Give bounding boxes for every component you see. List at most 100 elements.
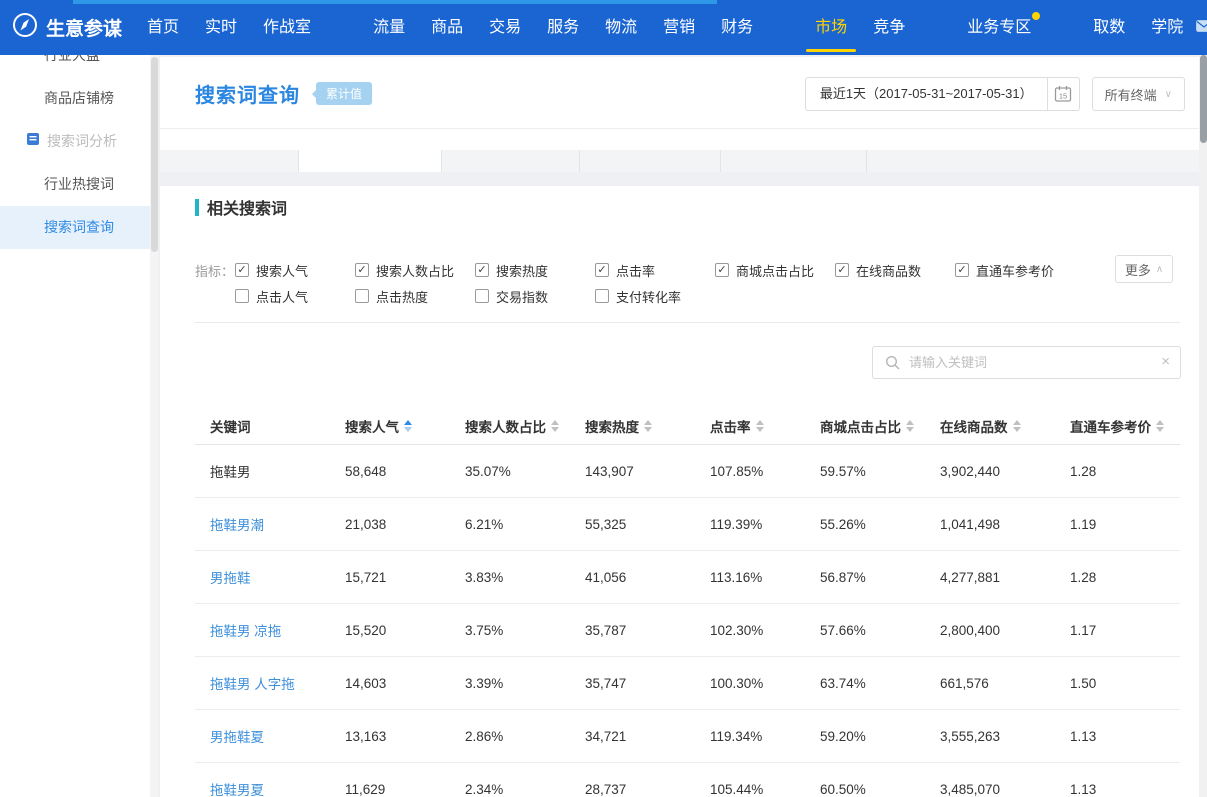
checkbox-checked-icon[interactable]: ✓ xyxy=(835,263,849,277)
checkbox-click-rate[interactable]: ✓ 点击率 xyxy=(595,261,715,280)
table-row: 拖鞋男 凉拖 15,520 3.75% 35,787 102.30% 57.66… xyxy=(195,604,1180,657)
terminal-select[interactable]: 所有终端 ∨ xyxy=(1092,77,1185,111)
column-header-search-popularity[interactable]: 搜索人气 xyxy=(345,416,465,436)
section-accent-bar xyxy=(195,199,199,216)
column-header-click-rate[interactable]: 点击率 xyxy=(710,416,820,436)
sort-icon[interactable] xyxy=(551,420,559,432)
checkbox-online-products[interactable]: ✓ 在线商品数 xyxy=(835,261,955,280)
table-row: 男拖鞋 15,721 3.83% 41,056 113.16% 56.87% 4… xyxy=(195,551,1180,604)
keyword-link[interactable]: 拖鞋男 人字拖 xyxy=(195,673,345,693)
page-title: 搜索词查询 xyxy=(195,79,300,108)
nav-item-marketing[interactable]: 营销 xyxy=(650,0,708,55)
sidebar-item-hot-search-words[interactable]: 行业热搜词 xyxy=(0,163,150,206)
tab-4[interactable] xyxy=(580,150,721,172)
nav-item-finance[interactable]: 财务 xyxy=(708,0,766,55)
checkbox-trade-index[interactable]: 交易指数 xyxy=(475,287,595,306)
keyword-search-input[interactable] xyxy=(873,347,1180,378)
table-row: 拖鞋男潮 21,038 6.21% 55,325 119.39% 55.26% … xyxy=(195,498,1180,551)
nav-item-product[interactable]: 商品 xyxy=(418,0,476,55)
sidebar-scrollbar-thumb[interactable] xyxy=(151,57,158,252)
notification-dot xyxy=(1032,12,1040,20)
checkbox-searcher-ratio[interactable]: ✓ 搜索人数占比 xyxy=(355,261,475,280)
keyword-link[interactable]: 拖鞋男 凉拖 xyxy=(195,620,345,640)
checkbox-search-heat[interactable]: ✓ 搜索热度 xyxy=(475,261,595,280)
sidebar-item-search-word-query[interactable]: 搜索词查询 xyxy=(0,206,150,249)
metric-filters: 指标： ✓ 搜索人气 ✓ 搜索人数占比 ✓ 搜索热度 ✓ 点击率 xyxy=(195,262,1075,304)
date-range-picker[interactable]: 最近1天（2017-05-31~2017-05-31） 15 xyxy=(805,77,1080,111)
sort-icon[interactable] xyxy=(644,420,652,432)
tab-2-selected[interactable] xyxy=(299,150,442,172)
svg-text:15: 15 xyxy=(1059,92,1067,101)
terminal-label: 所有终端 xyxy=(1105,85,1157,104)
chevron-up-icon: ∧ xyxy=(1156,264,1163,275)
checkbox-unchecked-icon[interactable] xyxy=(595,289,609,303)
checkbox-unchecked-icon[interactable] xyxy=(475,289,489,303)
date-range-label: 最近1天（2017-05-31~2017-05-31） xyxy=(806,78,1047,110)
page-scrollbar[interactable] xyxy=(1199,55,1207,797)
checkbox-unchecked-icon[interactable] xyxy=(235,289,249,303)
sidebar-item-shop-ranking[interactable]: 商品店铺榜 xyxy=(0,77,150,120)
nav-item-home[interactable]: 首页 xyxy=(134,0,192,55)
checkbox-checked-icon[interactable]: ✓ xyxy=(475,263,489,277)
column-header-mall-click-ratio[interactable]: 商城点击占比 xyxy=(820,416,940,436)
keyword-link[interactable]: 拖鞋男潮 xyxy=(195,514,345,534)
checkbox-checked-icon[interactable]: ✓ xyxy=(955,263,969,277)
column-header-ztc-price[interactable]: 直通车参考价 xyxy=(1070,416,1180,436)
nav-item-trade[interactable]: 交易 xyxy=(476,0,534,55)
checkbox-mall-click-ratio[interactable]: ✓ 商城点击占比 xyxy=(715,261,835,280)
sort-icon[interactable] xyxy=(906,420,914,432)
messages-button[interactable]: 消息 xyxy=(1196,7,1207,49)
calendar-icon[interactable]: 15 xyxy=(1047,78,1079,110)
sort-icon[interactable] xyxy=(1013,420,1021,432)
checkbox-checked-icon[interactable]: ✓ xyxy=(715,263,729,277)
document-icon xyxy=(26,120,40,163)
sort-icon[interactable] xyxy=(756,420,764,432)
sort-icon[interactable] xyxy=(1156,420,1164,432)
nav-item-competition[interactable]: 竞争 xyxy=(860,0,918,55)
app-window: 生意参谋 首页 实时 作战室 流量 商品 交易 服务 物流 营销 财务 市场 竞… xyxy=(0,0,1207,797)
nav-item-market-active[interactable]: 市场 xyxy=(802,0,860,55)
checkbox-click-heat[interactable]: 点击热度 xyxy=(355,287,475,306)
checkbox-checked-icon[interactable]: ✓ xyxy=(355,263,369,277)
table-row: 拖鞋男 58,648 35.07% 143,907 107.85% 59.57%… xyxy=(195,445,1180,498)
brand[interactable]: 生意参谋 xyxy=(12,12,122,44)
checkbox-ztc-reference-price[interactable]: ✓ 直通车参考价 xyxy=(955,261,1075,280)
top-nav: 生意参谋 首页 实时 作战室 流量 商品 交易 服务 物流 营销 财务 市场 竞… xyxy=(0,0,1207,55)
nav-item-logistics[interactable]: 物流 xyxy=(592,0,650,55)
checkbox-unchecked-icon[interactable] xyxy=(355,289,369,303)
tab-filler xyxy=(867,150,1199,172)
nav-item-data-extract[interactable]: 取数 xyxy=(1080,0,1138,55)
column-header-searcher-ratio[interactable]: 搜索人数占比 xyxy=(465,416,585,436)
tab-3[interactable] xyxy=(442,150,580,172)
sidebar: 行业大盘 商品店铺榜 搜索词分析 行业热搜词 搜索词查询 xyxy=(0,0,150,797)
sort-icon[interactable] xyxy=(404,420,412,432)
keyword-search-box: × xyxy=(872,346,1181,379)
more-button[interactable]: 更多 ∧ xyxy=(1115,255,1173,283)
chevron-down-icon: ∨ xyxy=(1165,89,1172,100)
checkbox-payment-conversion[interactable]: 支付转化率 xyxy=(595,287,715,306)
clear-input-icon[interactable]: × xyxy=(1161,353,1170,370)
brand-name: 生意参谋 xyxy=(46,14,122,41)
nav-item-warroom[interactable]: 作战室 xyxy=(250,0,324,55)
keyword-link[interactable]: 男拖鞋 xyxy=(195,567,345,587)
column-header-search-heat[interactable]: 搜索热度 xyxy=(585,416,710,436)
divider xyxy=(160,128,1199,129)
nav-item-traffic[interactable]: 流量 xyxy=(360,0,418,55)
tab-5[interactable] xyxy=(721,150,867,172)
keyword-link[interactable]: 男拖鞋夏 xyxy=(195,726,345,746)
nav-item-service[interactable]: 服务 xyxy=(534,0,592,55)
checkbox-click-popularity[interactable]: 点击人气 xyxy=(235,287,355,306)
column-header-online-products[interactable]: 在线商品数 xyxy=(940,416,1070,436)
filters-label: 指标： xyxy=(195,261,235,280)
checkbox-checked-icon[interactable]: ✓ xyxy=(235,263,249,277)
checkbox-search-popularity[interactable]: ✓ 搜索人气 xyxy=(235,261,355,280)
checkbox-checked-icon[interactable]: ✓ xyxy=(595,263,609,277)
nav-item-academy[interactable]: 学院 xyxy=(1138,0,1196,55)
tab-1[interactable] xyxy=(160,150,299,172)
sidebar-group-search-word-analysis[interactable]: 搜索词分析 xyxy=(0,120,150,163)
nav-item-business-zone[interactable]: 业务专区 xyxy=(954,0,1044,55)
keyword-link[interactable]: 拖鞋男夏 xyxy=(195,779,345,797)
nav-item-realtime[interactable]: 实时 xyxy=(192,0,250,55)
sidebar-scrollbar[interactable] xyxy=(150,55,158,797)
page-scrollbar-thumb[interactable] xyxy=(1200,55,1207,143)
